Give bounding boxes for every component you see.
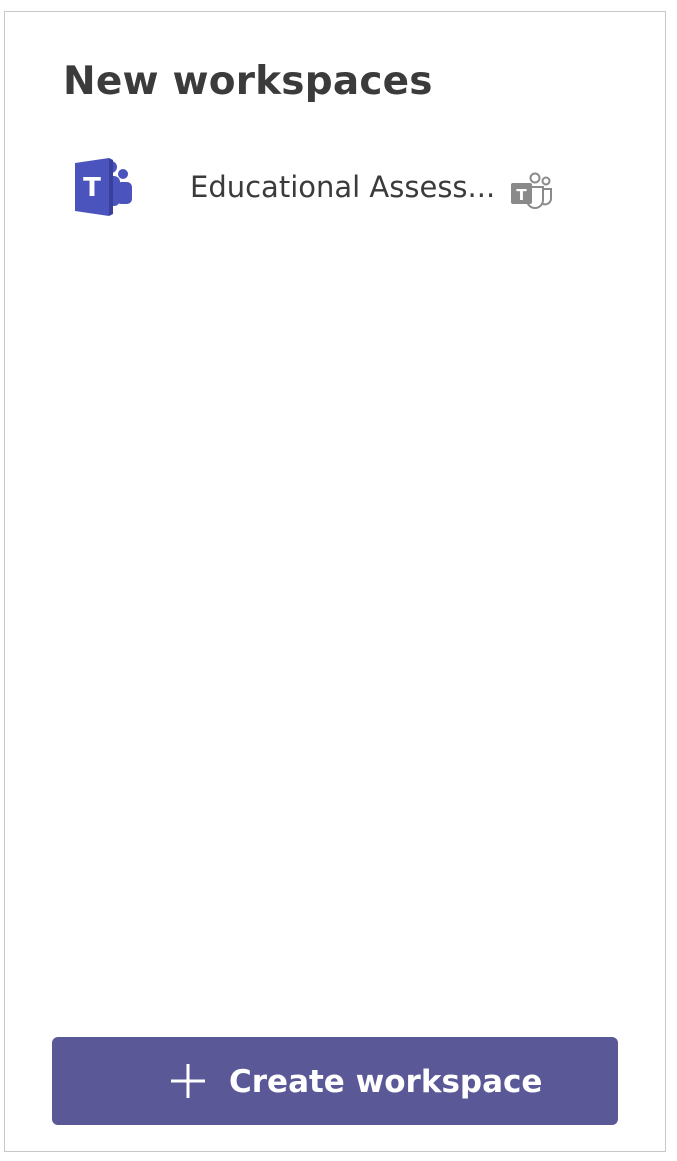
- workspace-item[interactable]: T Educational Assess... T: [65, 146, 625, 226]
- plus-icon: [171, 1064, 205, 1098]
- microsoft-teams-logo-icon: T: [75, 158, 132, 216]
- create-workspace-label: Create workspace: [229, 1064, 543, 1100]
- teams-badge-icon: T: [511, 172, 552, 209]
- new-workspaces-panel: New workspaces T Educational Assess... T: [4, 11, 666, 1152]
- workspace-name: Educational Assess...: [190, 170, 496, 204]
- teams-logo-letter: T: [83, 173, 101, 203]
- create-workspace-button[interactable]: Create workspace: [52, 1037, 618, 1125]
- panel-title: New workspaces: [63, 59, 433, 104]
- teams-badge-letter: T: [516, 186, 527, 204]
